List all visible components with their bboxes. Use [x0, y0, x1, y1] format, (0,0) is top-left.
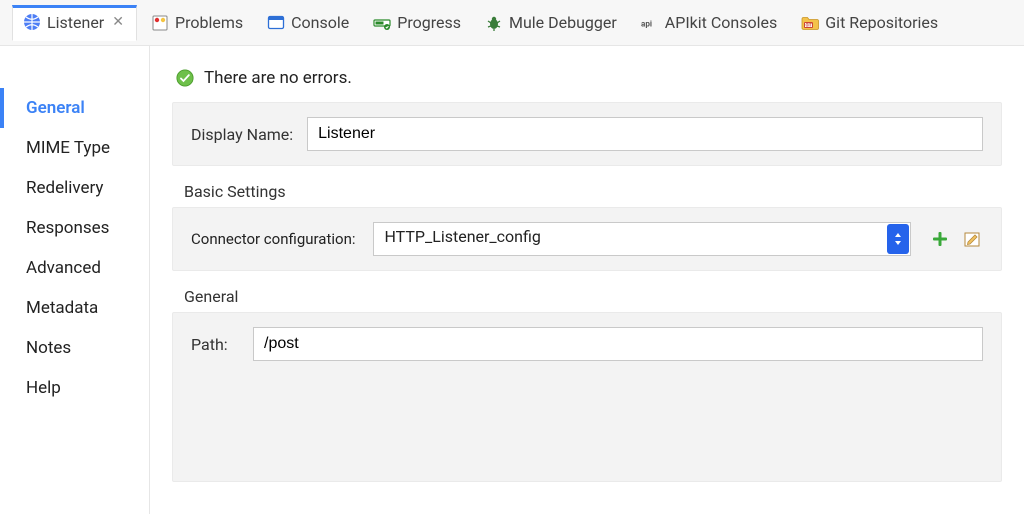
tab-mule-debugger[interactable]: Mule Debugger — [475, 5, 627, 40]
check-circle-icon — [176, 69, 194, 87]
display-name-label: Display Name: — [191, 125, 293, 144]
basic-settings-title: Basic Settings — [172, 176, 1002, 207]
status-row: There are no errors. — [172, 62, 1002, 102]
connector-config-label: Connector configuration: — [191, 230, 355, 248]
content-pane: There are no errors. Display Name: Basic… — [150, 46, 1024, 514]
git-folder-icon: GIT — [801, 14, 819, 32]
bug-icon — [485, 14, 503, 32]
path-input[interactable] — [253, 327, 983, 361]
add-config-button[interactable] — [929, 228, 951, 250]
sidebar: General MIME Type Redelivery Responses A… — [0, 46, 150, 514]
tab-label: Problems — [175, 13, 243, 32]
progress-icon — [373, 14, 391, 32]
edit-config-button[interactable] — [961, 228, 983, 250]
tab-label: Console — [291, 13, 349, 32]
display-name-panel: Display Name: — [172, 102, 1002, 166]
api-icon: api — [641, 14, 659, 32]
problems-icon — [151, 14, 169, 32]
sidebar-item-responses[interactable]: Responses — [0, 208, 149, 248]
tab-label: Mule Debugger — [509, 13, 617, 32]
sidebar-item-metadata[interactable]: Metadata — [0, 288, 149, 328]
select-caret-icon[interactable] — [887, 224, 909, 254]
tab-apikit-consoles[interactable]: api APIkit Consoles — [631, 5, 787, 40]
general-section-title: General — [172, 281, 1002, 312]
sidebar-item-notes[interactable]: Notes — [0, 328, 149, 368]
console-icon — [267, 14, 285, 32]
sidebar-item-advanced[interactable]: Advanced — [0, 248, 149, 288]
tab-progress[interactable]: Progress — [363, 5, 471, 40]
tab-label: APIkit Consoles — [665, 13, 777, 32]
tab-git-repositories[interactable]: GIT Git Repositories — [791, 5, 948, 40]
path-label: Path: — [191, 335, 239, 354]
sidebar-item-help[interactable]: Help — [0, 368, 149, 408]
basic-settings-panel: Connector configuration: HTTP_Listener_c… — [172, 207, 1002, 271]
tab-label: Git Repositories — [825, 13, 938, 32]
status-message: There are no errors. — [204, 68, 352, 88]
svg-text:api: api — [641, 18, 652, 28]
general-panel: Path: — [172, 312, 1002, 482]
globe-icon — [23, 13, 41, 31]
sidebar-item-redelivery[interactable]: Redelivery — [0, 168, 149, 208]
svg-text:GIT: GIT — [806, 23, 813, 28]
display-name-input[interactable] — [307, 117, 983, 151]
sidebar-item-general[interactable]: General — [0, 88, 149, 128]
tab-console[interactable]: Console — [257, 5, 359, 40]
sidebar-item-mime-type[interactable]: MIME Type — [0, 128, 149, 168]
tab-problems[interactable]: Problems — [141, 5, 253, 40]
top-tabstrip: Listener ✕ Problems Console Progress Mul… — [0, 0, 1024, 46]
tab-listener[interactable]: Listener ✕ — [12, 5, 137, 41]
close-icon[interactable]: ✕ — [110, 14, 126, 30]
tab-label: Listener — [47, 13, 104, 32]
tab-label: Progress — [397, 13, 461, 32]
connector-config-select[interactable]: HTTP_Listener_config — [373, 222, 911, 256]
